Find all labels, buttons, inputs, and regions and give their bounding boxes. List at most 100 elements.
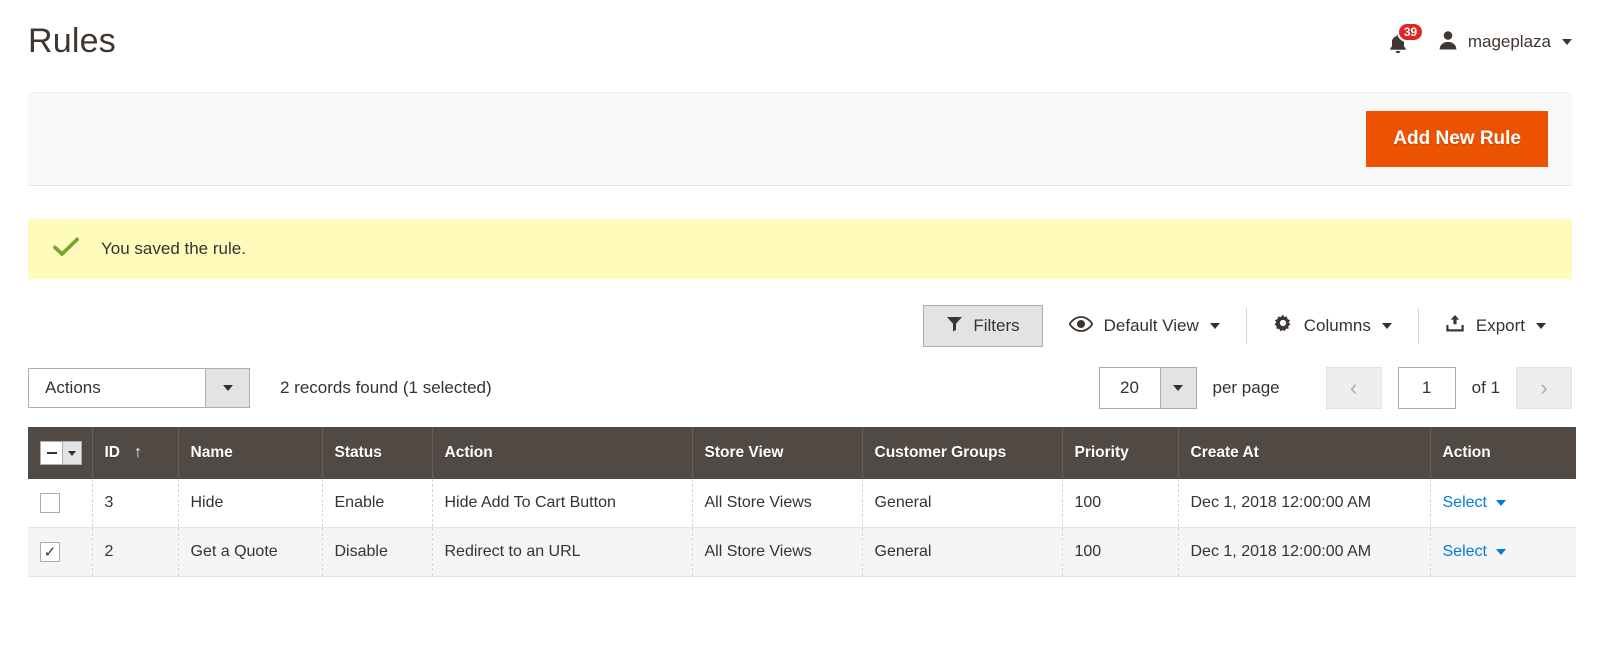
chevron-down-icon [1495, 500, 1506, 506]
cell-customer-groups: General [862, 527, 1063, 577]
cell-priority: 100 [1062, 527, 1179, 577]
sort-ascending-icon: ↑ [134, 444, 142, 461]
cell-action: Hide Add To Cart Button [432, 479, 693, 528]
filters-label: Filters [973, 316, 1020, 335]
page-header: Rules 39 mageplaza [0, 0, 1600, 92]
user-name-label: mageplaza [1467, 32, 1551, 51]
grid-controls-right: 20 per page ‹ of 1 › [1098, 367, 1572, 409]
export-label: Export [1475, 316, 1525, 335]
cell-priority: 100 [1062, 479, 1179, 528]
header-select-all[interactable] [28, 427, 93, 479]
header-status[interactable]: Status [322, 427, 433, 479]
messages-area: You saved the rule. [28, 219, 1572, 279]
chevron-down-icon [1209, 323, 1220, 329]
success-message: You saved the rule. [28, 219, 1572, 279]
header-name[interactable]: Name [178, 427, 323, 479]
header-id[interactable]: ID ↑ [92, 427, 179, 479]
table-head: ID ↑ Name Status Action Store View Custo… [28, 427, 1576, 479]
header-row-action: Action [1430, 427, 1576, 479]
cell-name: Hide [178, 479, 323, 528]
header-customer-groups[interactable]: Customer Groups [862, 427, 1063, 479]
grid-controls: Actions 2 records found (1 selected) 20 … [28, 365, 1572, 411]
total-pages-label: of 1 [1471, 378, 1500, 397]
export-upload-icon [1445, 314, 1465, 338]
mass-actions-label: Actions [45, 378, 101, 397]
header-id-label: ID [104, 444, 121, 461]
chevron-down-icon [205, 369, 249, 407]
row-checkbox-cell[interactable]: ✓ [28, 527, 93, 577]
view-bookmarks-dropdown[interactable]: Default View [1043, 308, 1246, 344]
chevron-down-icon [1495, 549, 1506, 555]
success-message-text: You saved the rule. [101, 239, 246, 258]
mass-actions-select[interactable]: Actions [28, 368, 250, 408]
header-priority[interactable]: Priority [1062, 427, 1179, 479]
cell-store-view: All Store Views [692, 527, 863, 577]
export-dropdown[interactable]: Export [1419, 308, 1572, 344]
per-page-value: 20 [1120, 378, 1139, 397]
header-create-at[interactable]: Create At [1178, 427, 1431, 479]
cell-create-at: Dec 1, 2018 12:00:00 AM [1178, 527, 1431, 577]
notifications-badge: 39 [1396, 22, 1425, 42]
chevron-down-icon [1159, 368, 1196, 408]
checkmark-icon: ✓ [43, 543, 57, 561]
gear-icon [1273, 314, 1293, 339]
row-checkbox-cell[interactable] [28, 479, 93, 528]
grid-controls-left: Actions 2 records found (1 selected) [28, 368, 492, 408]
dash-icon [41, 442, 62, 464]
page-title: Rules [28, 22, 116, 60]
chevron-down-icon [62, 442, 81, 464]
table-row[interactable]: ✓ 2 Get a Quote Disable Redirect to an U… [28, 527, 1576, 577]
per-page-label: per page [1212, 378, 1280, 397]
chevron-left-icon: ‹ [1349, 375, 1358, 400]
header-action[interactable]: Action [432, 427, 693, 479]
current-page-input[interactable] [1397, 367, 1456, 409]
row-select-label: Select [1442, 494, 1487, 511]
cell-status: Enable [322, 479, 433, 528]
per-page-select[interactable]: 20 [1098, 367, 1197, 409]
header-store-view[interactable]: Store View [692, 427, 863, 479]
row-checkbox[interactable]: ✓ [40, 542, 60, 562]
row-checkbox[interactable] [40, 493, 60, 513]
row-select-label: Select [1442, 543, 1487, 560]
chevron-down-icon [1536, 323, 1546, 329]
filter-icon [946, 315, 963, 337]
view-label: Default View [1103, 316, 1199, 335]
user-menu[interactable]: mageplaza [1437, 29, 1572, 56]
next-page-button[interactable]: › [1516, 367, 1572, 409]
rules-table: ID ↑ Name Status Action Store View Custo… [28, 427, 1576, 577]
cell-id: 2 [92, 527, 179, 577]
add-new-rule-button[interactable]: Add New Rule [1366, 111, 1548, 167]
cell-store-view: All Store Views [692, 479, 863, 528]
cell-name: Get a Quote [178, 527, 323, 577]
columns-label: Columns [1303, 316, 1371, 335]
chevron-right-icon: › [1540, 375, 1548, 400]
records-found-label: 2 records found (1 selected) [280, 378, 492, 397]
table-body: 3 Hide Enable Hide Add To Cart Button Al… [28, 479, 1576, 577]
cell-row-action[interactable]: Select [1430, 479, 1576, 528]
admin-page: Rules 39 mageplaza Add New Rule You save… [0, 0, 1600, 659]
cell-action: Redirect to an URL [432, 527, 693, 577]
chevron-down-icon [1381, 323, 1392, 329]
check-icon [52, 236, 80, 262]
cell-row-action[interactable]: Select [1430, 527, 1576, 577]
filters-button[interactable]: Filters [923, 305, 1043, 347]
columns-dropdown[interactable]: Columns [1247, 308, 1418, 344]
page-actions-bar: Add New Rule [28, 92, 1572, 186]
cell-status: Disable [322, 527, 433, 577]
header-right-tools: 39 mageplaza [1385, 22, 1572, 56]
cell-id: 3 [92, 479, 179, 528]
eye-icon [1068, 315, 1093, 337]
row-select-dropdown[interactable]: Select [1443, 494, 1506, 512]
table-header-row: ID ↑ Name Status Action Store View Custo… [28, 427, 1576, 479]
row-select-dropdown[interactable]: Select [1443, 543, 1506, 561]
data-grid-wrapper: ID ↑ Name Status Action Store View Custo… [28, 427, 1576, 577]
user-avatar-icon [1437, 29, 1459, 56]
cell-customer-groups: General [862, 479, 1063, 528]
grid-toolbar: Filters Default View Columns Export [28, 301, 1572, 351]
previous-page-button[interactable]: ‹ [1325, 367, 1382, 409]
table-row[interactable]: 3 Hide Enable Hide Add To Cart Button Al… [28, 479, 1576, 528]
chevron-down-icon [1562, 39, 1572, 45]
select-all-toggle[interactable] [40, 441, 82, 465]
cell-create-at: Dec 1, 2018 12:00:00 AM [1178, 479, 1431, 528]
notifications-button[interactable]: 39 [1385, 22, 1425, 56]
